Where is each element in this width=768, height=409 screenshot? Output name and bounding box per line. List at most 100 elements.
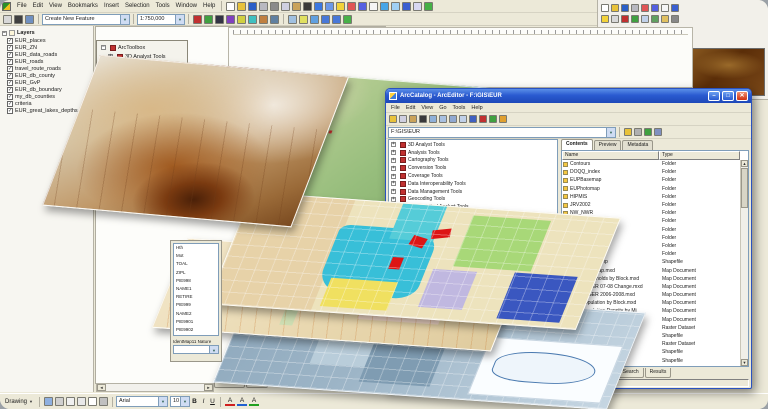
text-icon[interactable] [88, 397, 97, 406]
menu-item[interactable]: Tools [153, 3, 173, 9]
catalog-tree-item[interactable]: Data Interoperability Tools [389, 180, 557, 188]
menu-item[interactable]: File [388, 105, 403, 111]
arctoolbox-root[interactable]: ArcToolbox [99, 43, 185, 52]
menu-item[interactable]: Tools [450, 105, 469, 111]
save-icon[interactable] [248, 2, 257, 11]
toc-layer-item[interactable]: EUR_places [0, 37, 93, 44]
search-icon[interactable] [469, 115, 477, 123]
menu-item[interactable]: Insert [101, 3, 122, 9]
identify-icon[interactable] [402, 2, 411, 11]
spatial-analyst-icon[interactable] [237, 15, 246, 24]
select-elements-icon[interactable] [44, 397, 53, 406]
field-name[interactable]: Mot [176, 252, 218, 260]
underline-button[interactable]: U [208, 398, 217, 405]
redo-icon[interactable] [325, 2, 334, 11]
catalog-list-row[interactable]: EUPhotomap Folder [562, 185, 748, 193]
horizontal-scrollbar[interactable] [96, 383, 214, 392]
new-icon[interactable] [601, 4, 609, 12]
menu-item[interactable]: Window [173, 3, 200, 9]
drawing-menu-label[interactable]: Drawing [3, 399, 29, 405]
zoom-out-icon[interactable] [651, 4, 659, 12]
cut-icon[interactable] [270, 2, 279, 11]
go-forward-icon[interactable] [332, 15, 341, 24]
rotate-icon[interactable] [55, 397, 64, 406]
arccatalog-titlebar[interactable]: ArcCatalog - ArcEditor - F:\GIS\EUR [386, 89, 751, 103]
font-color-button[interactable]: A [225, 397, 235, 406]
map-scale-combo[interactable]: 1:750,000 [137, 14, 185, 25]
toc-layer-item[interactable]: my_db_counties [0, 93, 93, 100]
layer-visibility-checkbox[interactable] [7, 80, 13, 86]
copy-icon[interactable] [281, 2, 290, 11]
scroll-down-icon[interactable] [741, 359, 748, 366]
layer-visibility-checkbox[interactable] [7, 87, 13, 93]
rectangle-icon[interactable] [66, 397, 75, 406]
catalog-view-tab[interactable]: Preview [594, 140, 622, 150]
edit-vertices-icon[interactable] [99, 397, 108, 406]
print-icon[interactable] [631, 4, 639, 12]
disconnect-folder-icon[interactable] [634, 128, 642, 136]
layer-visibility-checkbox[interactable] [7, 52, 13, 58]
close-button[interactable] [736, 91, 748, 101]
scroll-up-icon[interactable] [741, 160, 748, 167]
list-view-icon[interactable] [439, 115, 447, 123]
toc-layer-item[interactable]: EUR_GvP [0, 79, 93, 86]
field-name[interactable]: Hth [176, 244, 218, 252]
expand-toggle-icon[interactable] [391, 174, 396, 179]
catalog-view-tab[interactable]: Metadata [622, 140, 653, 150]
field-name[interactable]: ZIPL [176, 269, 218, 277]
zoom-in-icon[interactable] [641, 4, 649, 12]
catalog-tree-item[interactable]: Conversion Tools [389, 164, 557, 172]
catalog-list-row[interactable]: HIPMIS Folder [562, 193, 748, 201]
menu-item[interactable]: Go [436, 105, 449, 111]
measure-icon[interactable] [424, 2, 433, 11]
toc-root-item[interactable]: Layers [0, 29, 93, 37]
zoom-out-icon[interactable] [358, 2, 367, 11]
identify-layer-combo[interactable] [173, 345, 219, 354]
toc-layer-item[interactable]: EUR_data_roads [0, 51, 93, 58]
layer-visibility-checkbox[interactable] [7, 66, 13, 72]
expand-toggle-icon[interactable] [391, 189, 396, 194]
paste-icon[interactable] [292, 2, 301, 11]
toc-layer-item[interactable]: EUR_roads [0, 58, 93, 65]
add-data-icon[interactable] [336, 2, 345, 11]
editor-icon[interactable] [611, 15, 619, 23]
layer-visibility-checkbox[interactable] [7, 38, 13, 44]
expand-toggle-icon[interactable] [391, 158, 396, 163]
scroll-right-icon[interactable] [204, 384, 213, 391]
zoom-in-icon[interactable] [347, 2, 356, 11]
menu-item[interactable]: Help [468, 105, 485, 111]
font-color-button[interactable]: A [249, 397, 259, 406]
menu-item[interactable]: Help [200, 3, 218, 9]
connect-folder-icon[interactable] [624, 128, 632, 136]
up-one-level-icon[interactable] [389, 115, 397, 123]
catalog-list-row[interactable]: EUP Population by Block.mxd Map Document [562, 299, 748, 307]
add-xy-icon[interactable] [288, 15, 297, 24]
catalog-tree-item[interactable]: Geocoding Tools [389, 196, 557, 204]
toc-layer-item[interactable]: EUR_db_boundary [0, 86, 93, 93]
sketch-tool-icon[interactable] [14, 15, 23, 24]
modelbuilder-icon[interactable] [204, 15, 213, 24]
collapse-toggle-icon[interactable] [2, 31, 7, 36]
layer-visibility-checkbox[interactable] [7, 59, 13, 65]
details-view-icon[interactable] [449, 115, 457, 123]
georeferencing-icon[interactable] [248, 15, 257, 24]
editor-menu-icon[interactable] [3, 15, 12, 24]
field-name[interactable]: NAME2 [176, 310, 218, 318]
new-map-icon[interactable] [226, 2, 235, 11]
copy-icon[interactable] [399, 115, 407, 123]
toc-layer-item[interactable]: EUR_db_county [0, 72, 93, 79]
undo-icon[interactable] [314, 2, 323, 11]
layout-icon[interactable] [270, 15, 279, 24]
modelbuilder-icon[interactable] [489, 115, 497, 123]
field-name[interactable]: PIE9901 [176, 318, 218, 326]
field-name[interactable]: PIE9902 [176, 326, 218, 334]
bold-button[interactable]: B [190, 398, 199, 405]
expand-toggle-icon[interactable] [391, 150, 396, 155]
expand-toggle-icon[interactable] [391, 142, 396, 147]
delete-icon[interactable] [419, 115, 427, 123]
chart-icon[interactable] [651, 15, 659, 23]
toc-layer-item[interactable]: travel_route_roads [0, 65, 93, 72]
thumbnails-view-icon[interactable] [459, 115, 467, 123]
italic-button[interactable]: I [199, 398, 208, 405]
select-features-icon[interactable] [391, 2, 400, 11]
